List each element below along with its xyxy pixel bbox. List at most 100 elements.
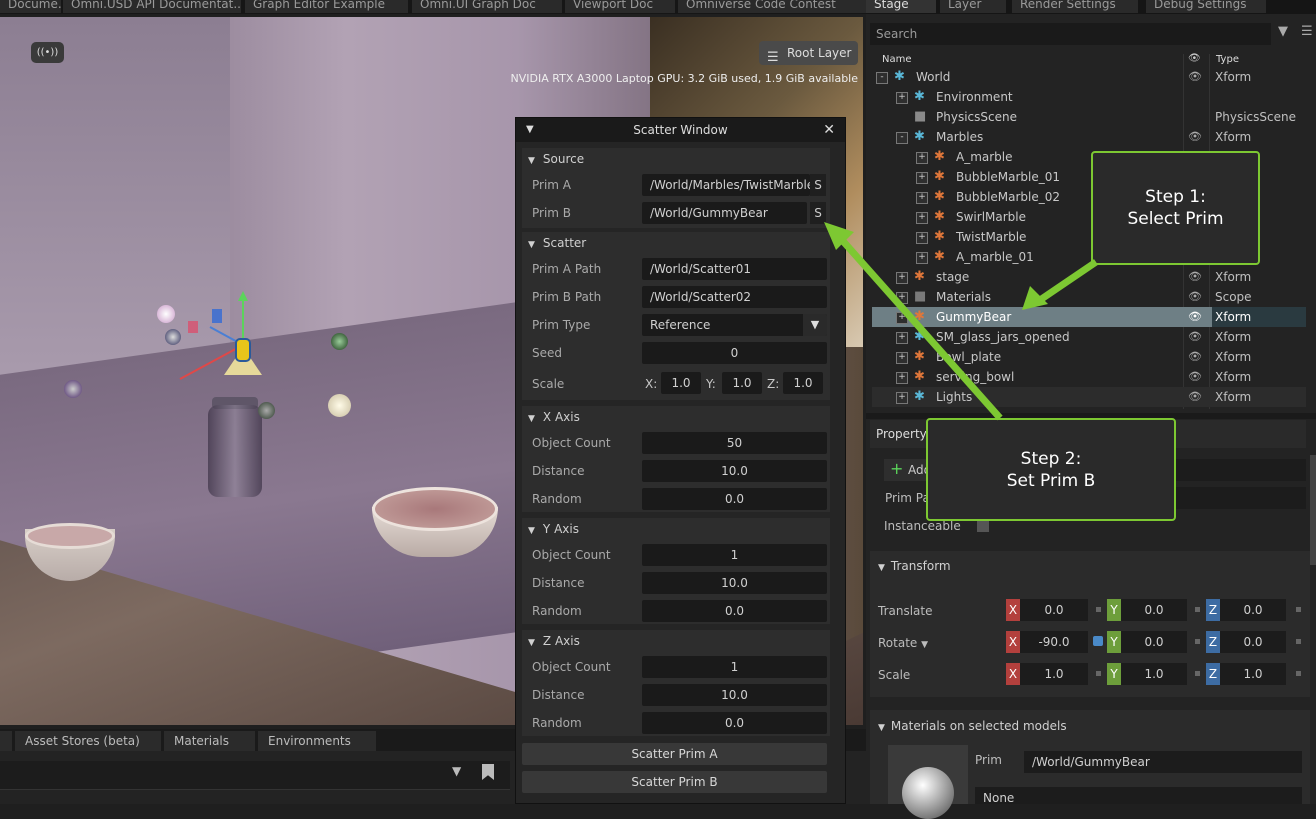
keyframe-dot[interactable] bbox=[1195, 671, 1200, 676]
transform-header[interactable]: ▼ Transform bbox=[878, 559, 951, 573]
tab-doc[interactable]: Docume... bbox=[0, 0, 61, 13]
tree-row-environment[interactable]: + ✱ Environment bbox=[872, 87, 1306, 107]
z-axis-header[interactable]: ▼ Z Axis bbox=[528, 634, 580, 648]
rotate-y-field[interactable]: 0.0 bbox=[1121, 631, 1187, 653]
eye-icon[interactable]: 👁 bbox=[1188, 67, 1202, 87]
scale-x-field[interactable]: 1.0 bbox=[1020, 663, 1088, 685]
prim-type-dropdown[interactable]: Reference ▼ bbox=[642, 314, 827, 336]
filter-dropdown-icon[interactable]: ▼ bbox=[452, 764, 461, 778]
transform-gizmo[interactable] bbox=[150, 287, 280, 387]
tab-debug-settings[interactable]: Debug Settings bbox=[1146, 0, 1266, 13]
tab-prev[interactable] bbox=[0, 731, 12, 751]
keyframe-dot[interactable] bbox=[1296, 671, 1301, 676]
tab-materials[interactable]: Materials bbox=[164, 731, 255, 751]
tree-row-marbles[interactable]: - ✱ Marbles 👁 Xform bbox=[872, 127, 1306, 147]
add-field[interactable] bbox=[1170, 459, 1306, 481]
instanceable-checkbox[interactable] bbox=[977, 520, 989, 532]
prim-b-path-field[interactable]: /World/Scatter02 bbox=[642, 286, 827, 308]
scrollbar[interactable] bbox=[1310, 455, 1316, 565]
z-random-field[interactable]: 0.0 bbox=[642, 712, 827, 734]
eye-icon[interactable]: 👁 bbox=[1188, 327, 1202, 347]
expand-icon[interactable]: + bbox=[896, 392, 908, 404]
tab-viewport-doc[interactable]: Viewport Doc bbox=[565, 0, 675, 13]
eye-icon[interactable]: 👁 bbox=[1188, 367, 1202, 387]
expand-icon[interactable]: + bbox=[896, 92, 908, 104]
tree-row-physicsscene[interactable]: ■ PhysicsScene PhysicsScene bbox=[872, 107, 1306, 127]
expand-icon[interactable]: + bbox=[916, 172, 928, 184]
keyframe-active-dot[interactable] bbox=[1093, 636, 1103, 646]
tab-graph-editor-example[interactable]: Graph Editor Example bbox=[245, 0, 408, 13]
tree-row-world[interactable]: - ✱ World 👁 Xform bbox=[872, 67, 1306, 87]
scale-z-field[interactable]: 1.0 bbox=[783, 372, 823, 394]
rotate-label[interactable]: Rotate ▼ bbox=[878, 636, 928, 650]
keyframe-dot[interactable] bbox=[1096, 671, 1101, 676]
asset-search-bar[interactable] bbox=[0, 761, 510, 790]
scale-y-field[interactable]: 1.0 bbox=[1121, 663, 1187, 685]
scatter-prim-b-button[interactable]: Scatter Prim B bbox=[522, 771, 827, 793]
tree-row-materials[interactable]: + ■ Materials 👁 Scope bbox=[872, 287, 1306, 307]
expand-icon[interactable]: + bbox=[896, 372, 908, 384]
tab-omni-usd-api[interactable]: Omni.USD API Documentat... bbox=[63, 0, 241, 13]
tab-asset-stores[interactable]: Asset Stores (beta) bbox=[15, 731, 161, 751]
close-icon[interactable]: ✕ bbox=[823, 118, 835, 142]
broadcast-icon[interactable]: ((•)) bbox=[31, 42, 64, 63]
expand-icon[interactable]: + bbox=[896, 352, 908, 364]
tree-row-gummybear[interactable]: + ✱ GummyBear 👁 Xform bbox=[872, 307, 1306, 327]
prim-path-field[interactable] bbox=[1170, 487, 1306, 509]
tree-row-bowl-plate[interactable]: + ✱ Bowl_plate 👁 Xform bbox=[872, 347, 1306, 367]
z-object-count-field[interactable]: 1 bbox=[642, 656, 827, 678]
rotate-x-field[interactable]: -90.0 bbox=[1020, 631, 1088, 653]
eye-icon[interactable]: 👁 bbox=[1188, 387, 1202, 407]
x-distance-field[interactable]: 10.0 bbox=[642, 460, 827, 482]
y-object-count-field[interactable]: 1 bbox=[642, 544, 827, 566]
rotate-z-field[interactable]: 0.0 bbox=[1220, 631, 1286, 653]
y-axis-header[interactable]: ▼ Y Axis bbox=[528, 522, 579, 536]
tree-row-sm-glass-jars[interactable]: + ✱ SM_glass_jars_opened 👁 Xform bbox=[872, 327, 1306, 347]
x-object-count-field[interactable]: 50 bbox=[642, 432, 827, 454]
keyframe-dot[interactable] bbox=[1195, 607, 1200, 612]
tab-render-settings[interactable]: Render Settings bbox=[1012, 0, 1138, 13]
expand-icon[interactable]: + bbox=[896, 272, 908, 284]
eye-icon[interactable]: 👁 bbox=[1188, 347, 1202, 367]
expand-icon[interactable]: + bbox=[916, 232, 928, 244]
prim-b-field[interactable]: /World/GummyBear bbox=[642, 202, 807, 224]
scale-y-field[interactable]: 1.0 bbox=[722, 372, 762, 394]
z-distance-field[interactable]: 10.0 bbox=[642, 684, 827, 706]
tab-layer[interactable]: Layer bbox=[940, 0, 1006, 13]
prim-a-select-button[interactable]: S bbox=[810, 174, 826, 196]
material-prim-field[interactable]: /World/GummyBear bbox=[1024, 751, 1302, 773]
x-random-field[interactable]: 0.0 bbox=[642, 488, 827, 510]
expand-icon[interactable]: + bbox=[896, 332, 908, 344]
expand-icon[interactable]: + bbox=[916, 252, 928, 264]
translate-z-field[interactable]: 0.0 bbox=[1220, 599, 1286, 621]
eye-icon[interactable]: 👁 bbox=[1188, 307, 1202, 327]
material-dropdown[interactable]: None bbox=[975, 787, 1302, 804]
collapse-icon[interactable]: - bbox=[876, 72, 888, 84]
scatter-header[interactable]: ▼ Scatter bbox=[528, 236, 586, 250]
keyframe-dot[interactable] bbox=[1296, 639, 1301, 644]
translate-y-field[interactable]: 0.0 bbox=[1121, 599, 1187, 621]
expand-icon[interactable]: + bbox=[916, 192, 928, 204]
scatter-window-titlebar[interactable]: ▼ Scatter Window ✕ bbox=[516, 118, 845, 142]
root-layer-button[interactable]: ☰ Root Layer bbox=[759, 41, 858, 65]
translate-x-field[interactable]: 0.0 bbox=[1020, 599, 1088, 621]
tab-code-contest[interactable]: Omniverse Code Contest bbox=[678, 0, 866, 13]
scale-x-field[interactable]: 1.0 bbox=[661, 372, 701, 394]
expand-icon[interactable]: + bbox=[916, 152, 928, 164]
prim-b-select-button[interactable]: S bbox=[810, 202, 826, 224]
eye-icon[interactable]: 👁 bbox=[1188, 287, 1202, 307]
expand-icon[interactable]: + bbox=[896, 292, 908, 304]
dropdown-arrow-icon[interactable]: ▼ bbox=[803, 314, 827, 336]
tab-stage[interactable]: Stage bbox=[866, 0, 936, 13]
keyframe-dot[interactable] bbox=[1096, 607, 1101, 612]
scatter-prim-a-button[interactable]: Scatter Prim A bbox=[522, 743, 827, 765]
tree-row-lights[interactable]: + ✱ Lights 👁 Xform bbox=[872, 387, 1306, 407]
expand-icon[interactable]: + bbox=[916, 212, 928, 224]
tab-environments[interactable]: Environments bbox=[258, 731, 376, 751]
y-random-field[interactable]: 0.0 bbox=[642, 600, 827, 622]
seed-field[interactable]: 0 bbox=[642, 342, 827, 364]
prim-a-path-field[interactable]: /World/Scatter01 bbox=[642, 258, 827, 280]
stage-search-input[interactable]: Search bbox=[870, 23, 1271, 45]
keyframe-dot[interactable] bbox=[1195, 639, 1200, 644]
collapse-icon[interactable]: ▼ bbox=[526, 118, 534, 142]
